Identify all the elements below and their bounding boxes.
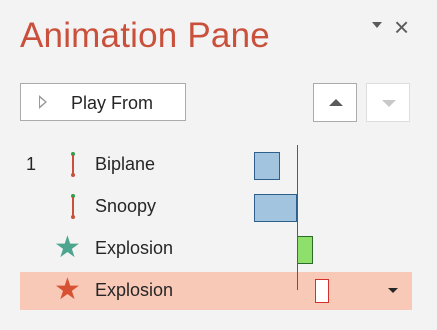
pane-title: Animation Pane (20, 16, 270, 55)
timing-bar[interactable] (315, 279, 329, 303)
animation-name: Explosion (95, 238, 174, 258)
timing-bar[interactable] (297, 236, 313, 264)
row-dropdown-icon[interactable] (388, 288, 398, 293)
chevron-up-icon (329, 99, 343, 106)
animation-row-explosion-exit[interactable]: ★ Explosion (20, 272, 412, 310)
animation-name: Explosion (95, 280, 174, 300)
close-icon[interactable]: × (394, 14, 409, 40)
timing-bar[interactable] (254, 152, 280, 180)
animation-number: 1 (26, 154, 37, 174)
exit-star-icon: ★ (54, 273, 81, 306)
entrance-star-icon: ★ (54, 231, 81, 264)
pane-options-dropdown-icon[interactable] (372, 22, 382, 28)
animation-name: Biplane (95, 154, 156, 174)
motion-path-icon (71, 152, 75, 178)
move-down-button[interactable] (366, 83, 410, 122)
motion-path-icon (71, 194, 75, 220)
animation-row-biplane[interactable]: 1 Biplane (20, 146, 412, 184)
animation-list: 1 Biplane Snoopy ★ Explosion ★ Explosion (20, 146, 412, 316)
play-from-button[interactable]: Play From (20, 83, 186, 121)
animation-name: Snoopy (95, 196, 157, 216)
animation-row-explosion-entrance[interactable]: ★ Explosion (20, 230, 412, 268)
animation-row-snoopy[interactable]: Snoopy (20, 188, 412, 226)
timeline-marker (297, 145, 298, 290)
move-up-button[interactable] (313, 83, 357, 122)
timing-bar[interactable] (254, 194, 297, 222)
pane-controls: × (372, 14, 427, 44)
chevron-down-icon (382, 100, 396, 107)
play-from-label: Play From (71, 93, 154, 113)
animation-pane: Animation Pane × Play From 1 Biplane Sno… (0, 0, 437, 330)
